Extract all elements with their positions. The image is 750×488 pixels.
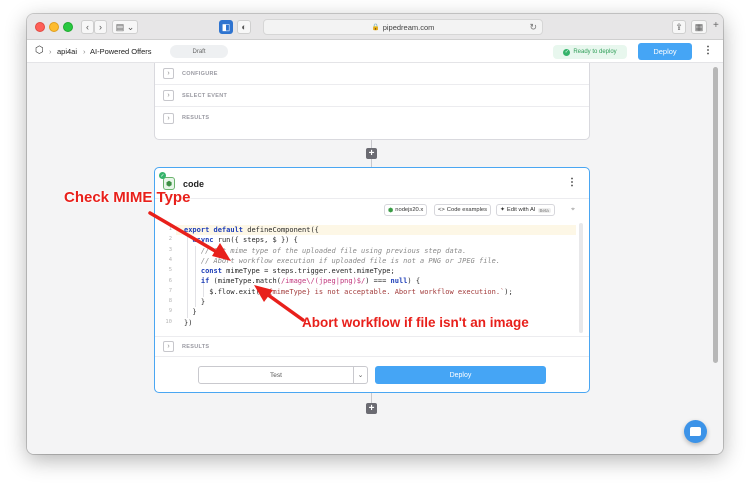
line-number: 2 [168, 236, 172, 242]
chevron-right-icon: › [163, 341, 174, 352]
line-number: 9 [168, 308, 172, 314]
chat-support-button[interactable] [684, 420, 707, 443]
annotation-abort: Abort workflow if file isn't an image [302, 315, 529, 330]
breadcrumb-separator-icon: › [83, 47, 86, 56]
select-event-row[interactable]: › SELECT EVENT [155, 85, 589, 107]
address-bar[interactable]: 🔒 pipedream.com ↻ [263, 19, 543, 35]
browser-window: ‹ › ▤ ⌄ ◧ ◐ 🔒 pipedream.com ↻ ⇪ ▦ + ⬡ › … [27, 14, 723, 454]
code-brackets-icon: <> [438, 207, 445, 213]
chevron-right-icon: › [163, 90, 174, 101]
breadcrumb-workflow[interactable]: AI-Powered Offers [90, 47, 152, 56]
line-number: 10 [165, 319, 172, 325]
add-step-plus-icon[interactable]: + [366, 148, 377, 159]
configure-label: CONFIGURE [182, 70, 218, 77]
extension-icon[interactable]: ◧ [219, 20, 233, 34]
code-step-header[interactable]: ⬢ ✓ code ⋮ [155, 168, 589, 199]
select-event-label: SELECT EVENT [182, 92, 228, 99]
zoom-window-button[interactable] [63, 22, 73, 32]
address-text: pipedream.com [382, 22, 435, 32]
new-tab-icon[interactable]: + [713, 20, 719, 31]
reload-icon[interactable]: ↻ [529, 22, 537, 33]
code-examples-button[interactable]: <> Code examples [434, 204, 492, 216]
code-results-row[interactable]: › RESULTS [155, 336, 589, 356]
app-header: ⬡ › api4ai › AI-Powered Offers Draft ✓ R… [27, 40, 723, 63]
workflow-canvas: › CONFIGURE › SELECT EVENT › RESULTS + ⬢… [27, 63, 723, 454]
breadcrumb-project[interactable]: api4ai [57, 47, 77, 56]
runtime-badge[interactable]: ⬢ nodejs20.x [384, 204, 428, 216]
edit-with-ai-label: Edit with AI [506, 207, 536, 213]
breadcrumb-separator-icon: › [49, 47, 52, 56]
code-toolbar: ⬢ nodejs20.x <> Code examples ✦ Edit wit… [155, 200, 589, 218]
line-number: 7 [168, 288, 172, 294]
back-icon[interactable]: ‹ [81, 20, 94, 34]
page-scrollbar[interactable] [713, 67, 718, 363]
tab-overview-icon[interactable]: ▦ [691, 20, 707, 34]
annotation-mime: Check MIME Type [64, 189, 191, 206]
sidebar-toggle-icon[interactable]: ▤ ⌄ [112, 20, 138, 34]
browser-toolbar: ‹ › ▤ ⌄ ◧ ◐ 🔒 pipedream.com ↻ ⇪ ▦ + [27, 14, 723, 40]
pin-icon[interactable]: ⌖ [571, 206, 575, 214]
code-content[interactable]: export default defineComponent({ async r… [184, 225, 513, 328]
workflow-cube-icon: ⬡ [35, 45, 44, 56]
line-number: 1 [168, 226, 172, 232]
line-number: 8 [168, 298, 172, 304]
chat-bubble-icon [690, 427, 701, 436]
results-label: RESULTS [182, 115, 210, 121]
chevron-right-icon: › [163, 68, 174, 79]
draft-badge: Draft [170, 45, 228, 58]
status-badge: ✓ Ready to deploy [553, 45, 627, 59]
sparkle-icon: ✦ [500, 207, 505, 213]
configure-row[interactable]: › CONFIGURE [155, 63, 589, 85]
chevron-right-icon: › [163, 112, 174, 124]
code-step-card: ⬢ ✓ code ⋮ ⬢ nodejs20.x <> Code examples… [154, 167, 590, 393]
edit-with-ai-button[interactable]: ✦ Edit with AI Beta [496, 204, 555, 216]
line-number: 5 [168, 267, 172, 273]
editor-scrollbar[interactable] [579, 223, 583, 333]
results-row[interactable]: › RESULTS [155, 107, 589, 129]
line-number: 3 [168, 247, 172, 253]
step-options-icon[interactable]: ⋮ [567, 177, 577, 188]
share-icon[interactable]: ⇪ [672, 20, 686, 34]
nodejs-icon: ⬢ [388, 207, 394, 214]
chevron-down-icon[interactable]: ⌄ [354, 366, 368, 384]
beta-badge: Beta [537, 207, 551, 213]
check-circle-icon: ✓ [159, 172, 166, 179]
step-title[interactable]: code [183, 179, 204, 189]
line-number-gutter: 1 2 3 4 5 6 7 8 9 10 [156, 219, 176, 335]
step-deploy-button[interactable]: Deploy [375, 366, 546, 384]
runtime-label: nodejs20.x [395, 207, 424, 213]
line-number: 4 [168, 257, 172, 263]
status-label: Ready to deploy [573, 49, 617, 55]
step-actions: Test ⌄ Deploy [155, 356, 589, 393]
trigger-step-card: › CONFIGURE › SELECT EVENT › RESULTS [154, 63, 590, 140]
results-label: RESULTS [182, 343, 210, 350]
more-options-icon[interactable]: ⋮ [703, 46, 713, 56]
check-circle-icon: ✓ [563, 48, 571, 56]
code-examples-label: Code examples [446, 207, 488, 213]
privacy-icon[interactable]: ◐ [237, 20, 251, 34]
test-button[interactable]: Test [198, 366, 354, 384]
forward-icon[interactable]: › [94, 20, 107, 34]
deploy-button[interactable]: Deploy [638, 43, 692, 60]
minimize-window-button[interactable] [49, 22, 59, 32]
lock-icon: 🔒 [371, 24, 380, 31]
add-step-plus-icon[interactable]: + [366, 403, 377, 414]
line-number: 6 [168, 278, 172, 284]
close-window-button[interactable] [35, 22, 45, 32]
